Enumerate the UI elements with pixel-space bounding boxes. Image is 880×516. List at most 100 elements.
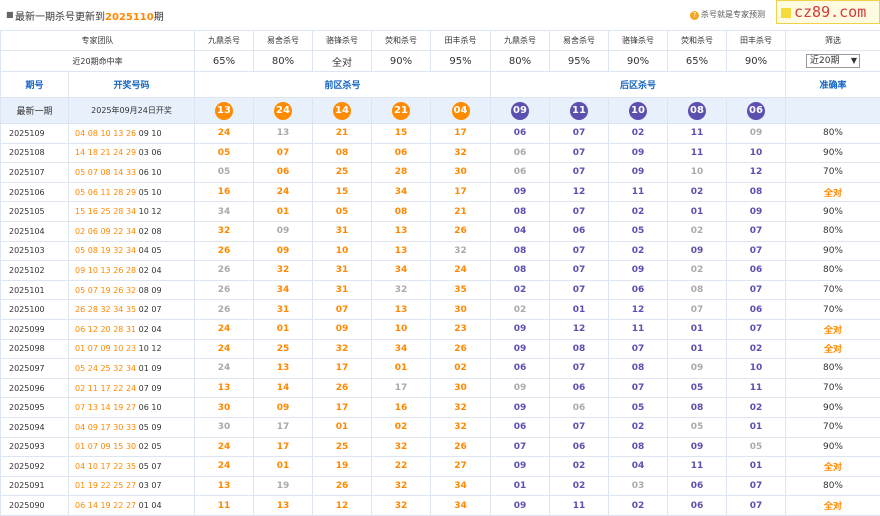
back-kill-number: 02 xyxy=(667,260,727,281)
back-kill-number: 09 xyxy=(608,260,668,281)
front-draw-number: 27 xyxy=(125,501,137,511)
table-row: 2025104 02 06 09 22 34 02 08 32 09 31 13 26 04 0… xyxy=(0,220,880,242)
back-kill-number: 08 xyxy=(667,279,727,301)
front-kill-number: 07 xyxy=(312,299,372,320)
issue-cell: 2025102 xyxy=(0,260,69,281)
front-draw-number: 30 xyxy=(113,422,124,432)
front-draw-number: 12 xyxy=(87,324,98,334)
back-kill-number: 05 xyxy=(667,416,727,438)
front-draw-number: 06 xyxy=(75,501,86,511)
back-kill-number: 02 xyxy=(608,416,668,438)
front-kill-number: 34 xyxy=(253,279,313,301)
front-kill-number: 06 xyxy=(371,142,431,164)
draw-numbers: 14 18 21 24 29 03 06 xyxy=(68,142,195,164)
back-kill-number: 07 xyxy=(549,123,609,144)
back-kill-number: 09 xyxy=(726,123,786,144)
site-logo[interactable]: cz89.com xyxy=(776,0,880,24)
front-draw-number: 01 xyxy=(75,344,86,354)
back-kill-number: 09 xyxy=(667,436,727,458)
accuracy-cell: 70% xyxy=(785,299,880,320)
logo-text: cz89.com xyxy=(794,3,867,21)
back-kill-number: 06 xyxy=(490,416,550,438)
front-draw-number: 28 xyxy=(113,207,124,217)
front-kill-number: 19 xyxy=(253,475,313,497)
back-kill-number: 02 xyxy=(608,495,668,516)
issue-cell: 2025093 xyxy=(0,436,69,458)
front-kill-number: 34 xyxy=(430,475,491,497)
front-draw-number: 23 xyxy=(125,344,137,354)
period-select[interactable]: 近20期 ▼ xyxy=(806,54,860,68)
front-kill-number: 08 xyxy=(371,201,431,222)
table-row: 2025108 14 18 21 24 29 03 06 05 07 08 06 32 06 0… xyxy=(0,142,880,164)
back-kill-number: 06 xyxy=(490,142,550,164)
back-kill-number: 01 xyxy=(726,456,786,477)
hit-rate-row: 近20期命中率 65% 80% 全对 90% 95% 80% 95% 90% 6… xyxy=(0,50,880,72)
front-draw-number: 33 xyxy=(125,167,137,177)
front-draw-number: 04 xyxy=(75,461,86,471)
front-draw-number: 10 xyxy=(113,344,124,354)
front-kill-number: 31 xyxy=(312,260,372,281)
table-row: 2025107 05 07 08 14 33 06 10 05 06 25 28 30 06 0… xyxy=(0,162,880,183)
front-draw-number: 09 xyxy=(75,265,86,275)
hit-rate: 全对 xyxy=(312,50,372,72)
front-draw-number: 14 xyxy=(87,501,98,511)
hit-rate: 95% xyxy=(549,50,609,72)
front-kill-number: 02 xyxy=(430,358,491,379)
front-kill-number: 17 xyxy=(253,436,313,458)
accuracy-cell: 80% xyxy=(785,123,880,144)
back-kill-number: 07 xyxy=(549,162,609,183)
back-kill-number: 09 xyxy=(490,181,550,203)
back-kill-number: 07 xyxy=(726,318,786,340)
issue-cell: 2025100 xyxy=(0,299,69,320)
front-kill-number: 01 xyxy=(312,416,372,438)
back-kill-number: 07 xyxy=(726,495,786,516)
back-draw-number: 05 xyxy=(138,461,149,471)
back-kill-number: 06 xyxy=(549,377,609,399)
front-kill-number: 21 xyxy=(312,123,372,144)
front-kill-number: 31 xyxy=(312,279,372,301)
back-draw-number: 10 xyxy=(138,207,149,217)
front-kill-number: 26 xyxy=(194,279,254,301)
front-draw-number: 22 xyxy=(113,461,124,471)
table-row: 2025092 04 10 17 22 35 05 07 24 01 19 22 27 09 0… xyxy=(0,456,880,477)
back-kill-number: 01 xyxy=(726,416,786,438)
expert-name: 九鼎杀号 xyxy=(194,30,254,51)
front-kill-number: 23 xyxy=(430,318,491,340)
front-draw-number: 07 xyxy=(87,344,98,354)
front-kill-number: 07 xyxy=(253,142,313,164)
back-kill-number: 04 xyxy=(608,456,668,477)
back-ball: 08 xyxy=(688,101,706,120)
front-kill-number: 25 xyxy=(253,338,313,360)
front-kill-number: 32 xyxy=(430,142,491,164)
back-kill-number: 09 xyxy=(608,142,668,164)
front-draw-number: 14 xyxy=(75,148,86,158)
back-draw-number: 06 xyxy=(138,403,149,413)
accuracy-cell: 90% xyxy=(785,240,880,262)
back-draw-number: 02 xyxy=(138,226,149,236)
back-kill-number: 06 xyxy=(726,260,786,281)
front-kill-number: 17 xyxy=(371,377,431,399)
back-draw-number: 09 xyxy=(151,422,162,432)
back-kill-number: 01 xyxy=(549,299,609,320)
front-kill-number: 30 xyxy=(430,299,491,320)
front-draw-number: 13 xyxy=(113,128,124,138)
front-draw-number: 02 xyxy=(75,226,86,236)
front-kill-number: 32 xyxy=(371,436,431,458)
back-kill-number: 07 xyxy=(667,299,727,320)
expert-name: 荧和杀号 xyxy=(667,30,727,51)
back-kill-number: 07 xyxy=(549,260,609,281)
draw-numbers: 15 16 25 28 34 10 12 xyxy=(68,201,195,222)
hit-rate: 90% xyxy=(726,50,786,72)
front-kill-number: 35 xyxy=(430,279,491,301)
back-draw-number: 03 xyxy=(138,481,149,491)
front-kill-number: 28 xyxy=(371,162,431,183)
back-draw-number: 09 xyxy=(151,363,162,373)
back-draw-number: 06 xyxy=(138,167,149,177)
back-kill-number: 06 xyxy=(490,162,550,183)
issue-cell: 2025095 xyxy=(0,397,69,418)
back-kill-number: 07 xyxy=(726,240,786,262)
back-kill-number: 12 xyxy=(608,299,668,320)
back-kill-number: 09 xyxy=(667,240,727,262)
back-kill-number: 01 xyxy=(667,338,727,360)
front-kill-number: 13 xyxy=(194,377,254,399)
